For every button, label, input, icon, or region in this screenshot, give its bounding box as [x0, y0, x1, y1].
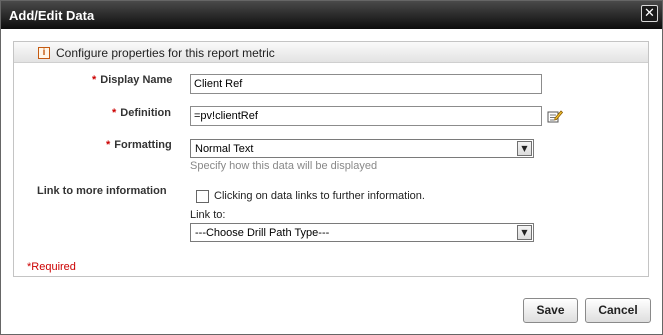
formatting-label-text: Formatting [114, 139, 172, 151]
info-icon: i [38, 47, 50, 59]
panel-header: i Configure properties for this report m… [14, 42, 648, 63]
required-asterisk: * [106, 139, 111, 151]
chevron-down-icon[interactable]: ▼ [517, 141, 532, 156]
definition-label-text: Definition [120, 107, 171, 119]
chevron-down-icon[interactable]: ▼ [517, 225, 532, 240]
formatting-label: * Formatting [106, 139, 172, 151]
link-checkbox-label[interactable]: Clicking on data links to further inform… [214, 190, 425, 202]
formatting-hint: Specify how this data will be displayed [190, 160, 378, 172]
link-info-label: Link to more information [37, 185, 167, 197]
panel-title: Configure properties for this report met… [56, 46, 275, 60]
add-edit-data-dialog: Add/Edit Data ✕ i Configure properties f… [0, 0, 663, 335]
definition-label: * Definition [112, 107, 171, 119]
drill-path-selected-value: ---Choose Drill Path Type--- [195, 227, 330, 239]
cancel-button[interactable]: Cancel [585, 298, 651, 323]
edit-expression-icon[interactable] [547, 109, 563, 123]
formatting-select[interactable]: Normal Text ▼ [190, 139, 534, 158]
definition-input[interactable] [190, 106, 542, 126]
save-button[interactable]: Save [523, 298, 578, 323]
required-note: *Required [27, 261, 76, 273]
formatting-selected-value: Normal Text [195, 143, 254, 155]
display-name-label-text: Display Name [100, 74, 173, 86]
dialog-titlebar[interactable]: Add/Edit Data ✕ [1, 1, 662, 29]
required-asterisk: * [92, 74, 97, 86]
display-name-label: * Display Name [92, 74, 172, 86]
close-icon[interactable]: ✕ [641, 5, 658, 22]
link-checkbox[interactable] [196, 190, 209, 203]
link-to-label: Link to: [190, 209, 226, 221]
dialog-title: Add/Edit Data [9, 8, 95, 23]
properties-panel: i Configure properties for this report m… [13, 41, 649, 277]
display-name-input[interactable] [190, 74, 542, 94]
drill-path-select[interactable]: ---Choose Drill Path Type--- ▼ [190, 223, 534, 242]
required-asterisk: * [112, 107, 117, 119]
